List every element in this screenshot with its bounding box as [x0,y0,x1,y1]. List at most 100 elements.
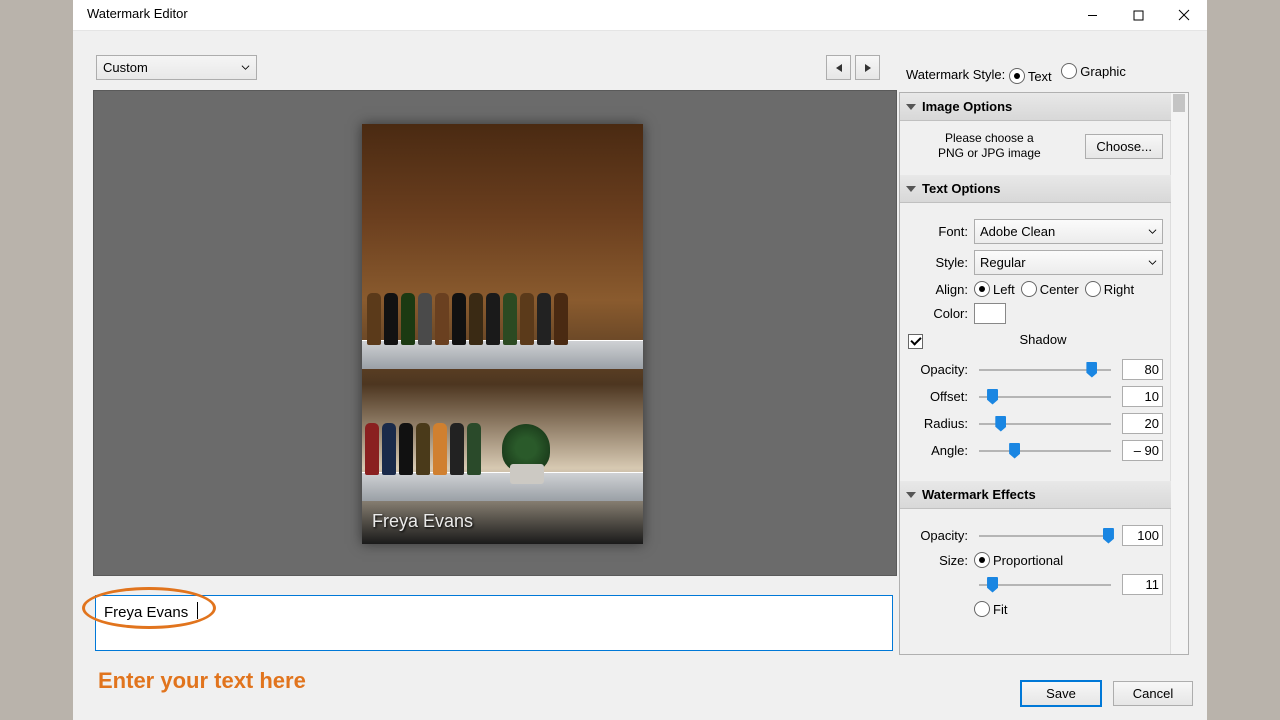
size-value[interactable]: 11 [1122,574,1163,595]
angle-label: Angle: [908,443,974,458]
align-right-label: Right [1104,282,1134,297]
watermark-text-field[interactable] [102,601,886,623]
shadow-checkbox[interactable] [908,334,923,349]
disclosure-triangle-icon [906,492,916,498]
radio-dot-icon [1009,68,1025,84]
align-right-radio[interactable]: Right [1085,281,1134,297]
radio-dot-icon [1021,281,1037,297]
choose-instructions: Please choose aPNG or JPG image [938,131,1041,161]
window-title: Watermark Editor [87,6,188,21]
app-window: Watermark Editor Custom Watermark Style:… [73,0,1207,720]
effects-opacity-slider[interactable] [976,527,1114,545]
close-icon [1178,9,1190,21]
next-button[interactable] [855,55,880,80]
shadow-offset-value[interactable]: 10 [1122,386,1163,407]
style-text-radio[interactable]: Text [1009,68,1052,84]
align-left-radio[interactable]: Left [974,281,1015,297]
radio-dot-icon [974,281,990,297]
shadow-offset-slider[interactable] [976,388,1114,406]
watermark-effects-header[interactable]: Watermark Effects [900,481,1171,509]
font-label: Font: [908,224,974,239]
scroll-thumb[interactable] [1173,94,1185,112]
font-style-value: Regular [980,255,1026,270]
text-options-section: Text Options Font: Adobe Clean Style: Re… [900,175,1171,481]
style-text-label: Text [1028,69,1052,84]
annotation-hint: Enter your text here [98,668,306,694]
shadow-angle-value[interactable]: – 90 [1122,440,1163,461]
shadow-label: Shadow [923,332,1163,347]
color-swatch[interactable] [974,303,1006,324]
watermark-style-label: Watermark Style: [906,67,1005,82]
chevron-down-icon [241,63,250,72]
preset-value: Custom [103,60,148,75]
disclosure-triangle-icon [906,104,916,110]
align-label: Align: [908,282,974,297]
triangle-right-icon [864,63,872,73]
style-graphic-radio[interactable]: Graphic [1061,63,1126,79]
font-dropdown[interactable]: Adobe Clean [974,219,1163,244]
opacity-label: Opacity: [908,362,974,377]
align-center-radio[interactable]: Center [1021,281,1079,297]
preset-dropdown[interactable]: Custom [96,55,257,80]
window-buttons [1069,0,1207,30]
watermark-overlay: Freya Evans [372,511,473,532]
radio-dot-icon [974,552,990,568]
preview-nav [826,55,880,80]
photo-shelf [362,472,643,501]
size-fit-radio[interactable]: Fit [974,601,1007,617]
cancel-button[interactable]: Cancel [1113,681,1193,706]
effects-opacity-label: Opacity: [908,528,974,543]
options-panel: Image Options Please choose aPNG or JPG … [899,92,1189,655]
shadow-angle-slider[interactable] [976,442,1114,460]
chevron-down-icon [1148,227,1157,236]
radio-dot-icon [974,601,990,617]
watermark-style-group: Watermark Style: Text Graphic [906,63,1132,84]
image-options-title: Image Options [922,99,1012,114]
photo-bottles [362,291,593,345]
photo-pot [510,464,544,484]
text-options-title: Text Options [922,181,1000,196]
watermark-text-input[interactable] [95,595,893,651]
maximize-button[interactable] [1115,0,1161,30]
shadow-opacity-slider[interactable] [976,361,1114,379]
disclosure-triangle-icon [906,186,916,192]
text-options-header[interactable]: Text Options [900,175,1171,203]
radio-dot-icon [1085,281,1101,297]
effects-opacity-value[interactable]: 100 [1122,525,1163,546]
font-value: Adobe Clean [980,224,1055,239]
watermark-effects-section: Watermark Effects Opacity: 100 Size: Pro… [900,481,1171,637]
style-graphic-label: Graphic [1080,64,1126,79]
shadow-opacity-value[interactable]: 80 [1122,359,1163,380]
offset-label: Offset: [908,389,974,404]
color-label: Color: [908,306,974,321]
save-button[interactable]: Save [1021,681,1101,706]
size-proportional-radio[interactable]: Proportional [974,552,1063,568]
maximize-icon [1133,10,1144,21]
preview-area: Freya Evans [93,90,897,576]
preview-photo: Freya Evans [362,124,643,544]
align-left-label: Left [993,282,1015,297]
style-label: Style: [908,255,974,270]
close-button[interactable] [1161,0,1207,30]
size-fit-label: Fit [993,602,1007,617]
minimize-icon [1087,10,1098,21]
image-options-section: Image Options Please choose aPNG or JPG … [900,93,1171,175]
radius-label: Radius: [908,416,974,431]
triangle-left-icon [835,63,843,73]
text-caret [197,602,198,619]
prev-button[interactable] [826,55,851,80]
shadow-radius-slider[interactable] [976,415,1114,433]
size-slider[interactable] [976,576,1114,594]
size-label: Size: [908,553,974,568]
panel-scrollbar[interactable] [1170,93,1188,654]
dialog-footer: Save Cancel [1021,681,1193,706]
watermark-effects-title: Watermark Effects [922,487,1036,502]
minimize-button[interactable] [1069,0,1115,30]
chevron-down-icon [1148,258,1157,267]
choose-button[interactable]: Choose... [1085,134,1163,159]
size-proportional-label: Proportional [993,553,1063,568]
titlebar: Watermark Editor [73,0,1207,31]
font-style-dropdown[interactable]: Regular [974,250,1163,275]
shadow-radius-value[interactable]: 20 [1122,413,1163,434]
image-options-header[interactable]: Image Options [900,93,1171,121]
